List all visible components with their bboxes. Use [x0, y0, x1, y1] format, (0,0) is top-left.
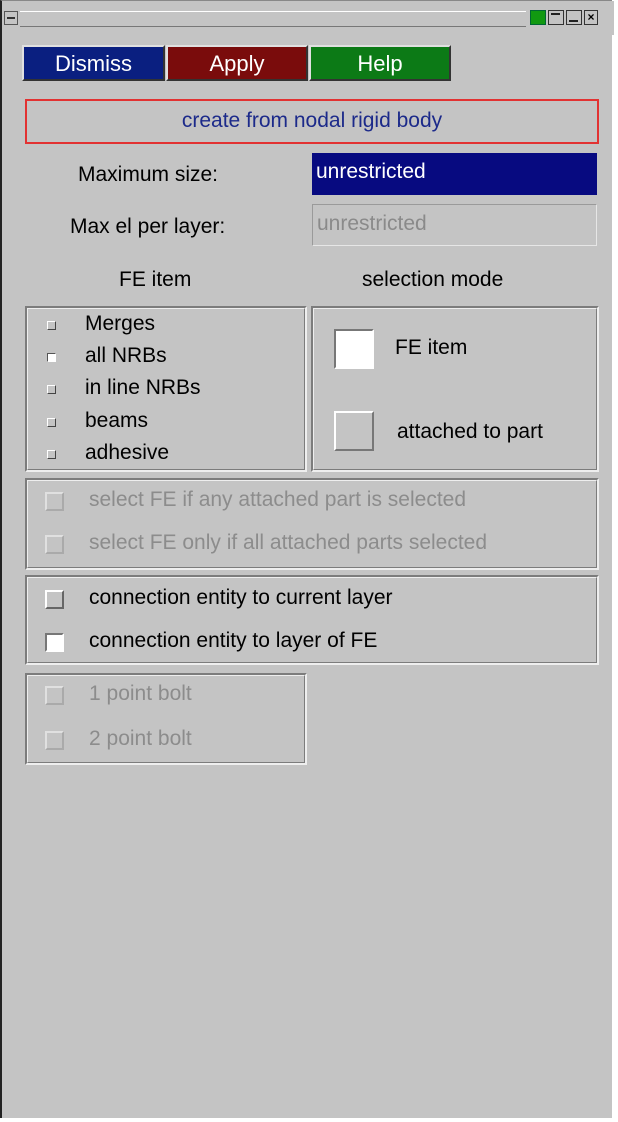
max-size-label: Maximum size:: [78, 163, 219, 186]
fe-item-label: Merges: [85, 312, 156, 335]
maximize-icon[interactable]: [548, 10, 564, 25]
attached-part-options-group: select FE if any attached part is select…: [25, 478, 599, 570]
window-menu-icon[interactable]: [4, 11, 18, 25]
create-mode-selector[interactable]: create from nodal rigid body: [25, 99, 599, 144]
selection-mode-group: FE item attached to part: [311, 306, 599, 472]
max-el-per-layer-label: Max el per layer:: [70, 215, 226, 238]
close-icon[interactable]: ×: [584, 10, 598, 25]
current-layer-checkbox[interactable]: [45, 590, 64, 609]
current-layer-label: connection entity to current layer: [89, 586, 393, 609]
apply-button[interactable]: Apply: [166, 45, 308, 81]
select-any-attached-label: select FE if any attached part is select…: [89, 488, 467, 511]
bolt-options-group: 1 point bolt 2 point bolt: [25, 673, 307, 765]
help-button[interactable]: Help: [309, 45, 451, 81]
max-el-per-layer-field[interactable]: unrestricted: [312, 204, 597, 246]
select-any-attached-checkbox[interactable]: [45, 492, 64, 511]
window: × Dismiss Apply Help create from nodal r…: [0, 0, 614, 1118]
max-size-field[interactable]: unrestricted: [312, 153, 597, 195]
selection-mode-fe-item-toggle[interactable]: [334, 329, 374, 369]
selection-mode-fe-item-label: FE item: [395, 336, 468, 359]
selection-mode-header: selection mode: [362, 268, 504, 291]
one-point-bolt-label: 1 point bolt: [89, 682, 192, 705]
fe-item-label: beams: [85, 409, 149, 432]
one-point-bolt-checkbox[interactable]: [45, 686, 64, 705]
minimize-icon[interactable]: [566, 10, 582, 25]
radio-icon: [47, 385, 56, 394]
fe-item-group: Merges all NRBs in line NRBs beams adhes…: [25, 306, 307, 472]
layer-options-group: connection entity to current layer conne…: [25, 575, 599, 665]
selection-mode-attached-label: attached to part: [397, 420, 543, 443]
dismiss-button[interactable]: Dismiss: [22, 45, 165, 81]
select-all-attached-checkbox[interactable]: [45, 535, 64, 554]
status-indicator-icon[interactable]: [530, 10, 546, 25]
fe-item-label: adhesive: [85, 441, 170, 464]
selection-mode-attached-toggle[interactable]: [334, 411, 374, 451]
radio-icon: [47, 321, 56, 330]
fe-item-label: in line NRBs: [85, 376, 201, 399]
title-bar: ×: [2, 1, 614, 35]
fe-item-label: all NRBs: [85, 344, 167, 367]
radio-icon: [47, 450, 56, 459]
fe-item-header: FE item: [119, 268, 192, 291]
select-all-attached-label: select FE only if all attached parts sel…: [89, 531, 488, 554]
two-point-bolt-label: 2 point bolt: [89, 727, 192, 750]
radio-icon: [47, 418, 56, 427]
layer-of-fe-label: connection entity to layer of FE: [89, 629, 378, 652]
radio-icon: [47, 353, 56, 362]
title-strip[interactable]: [20, 11, 526, 27]
two-point-bolt-checkbox[interactable]: [45, 731, 64, 750]
layer-of-fe-checkbox[interactable]: [45, 633, 64, 652]
